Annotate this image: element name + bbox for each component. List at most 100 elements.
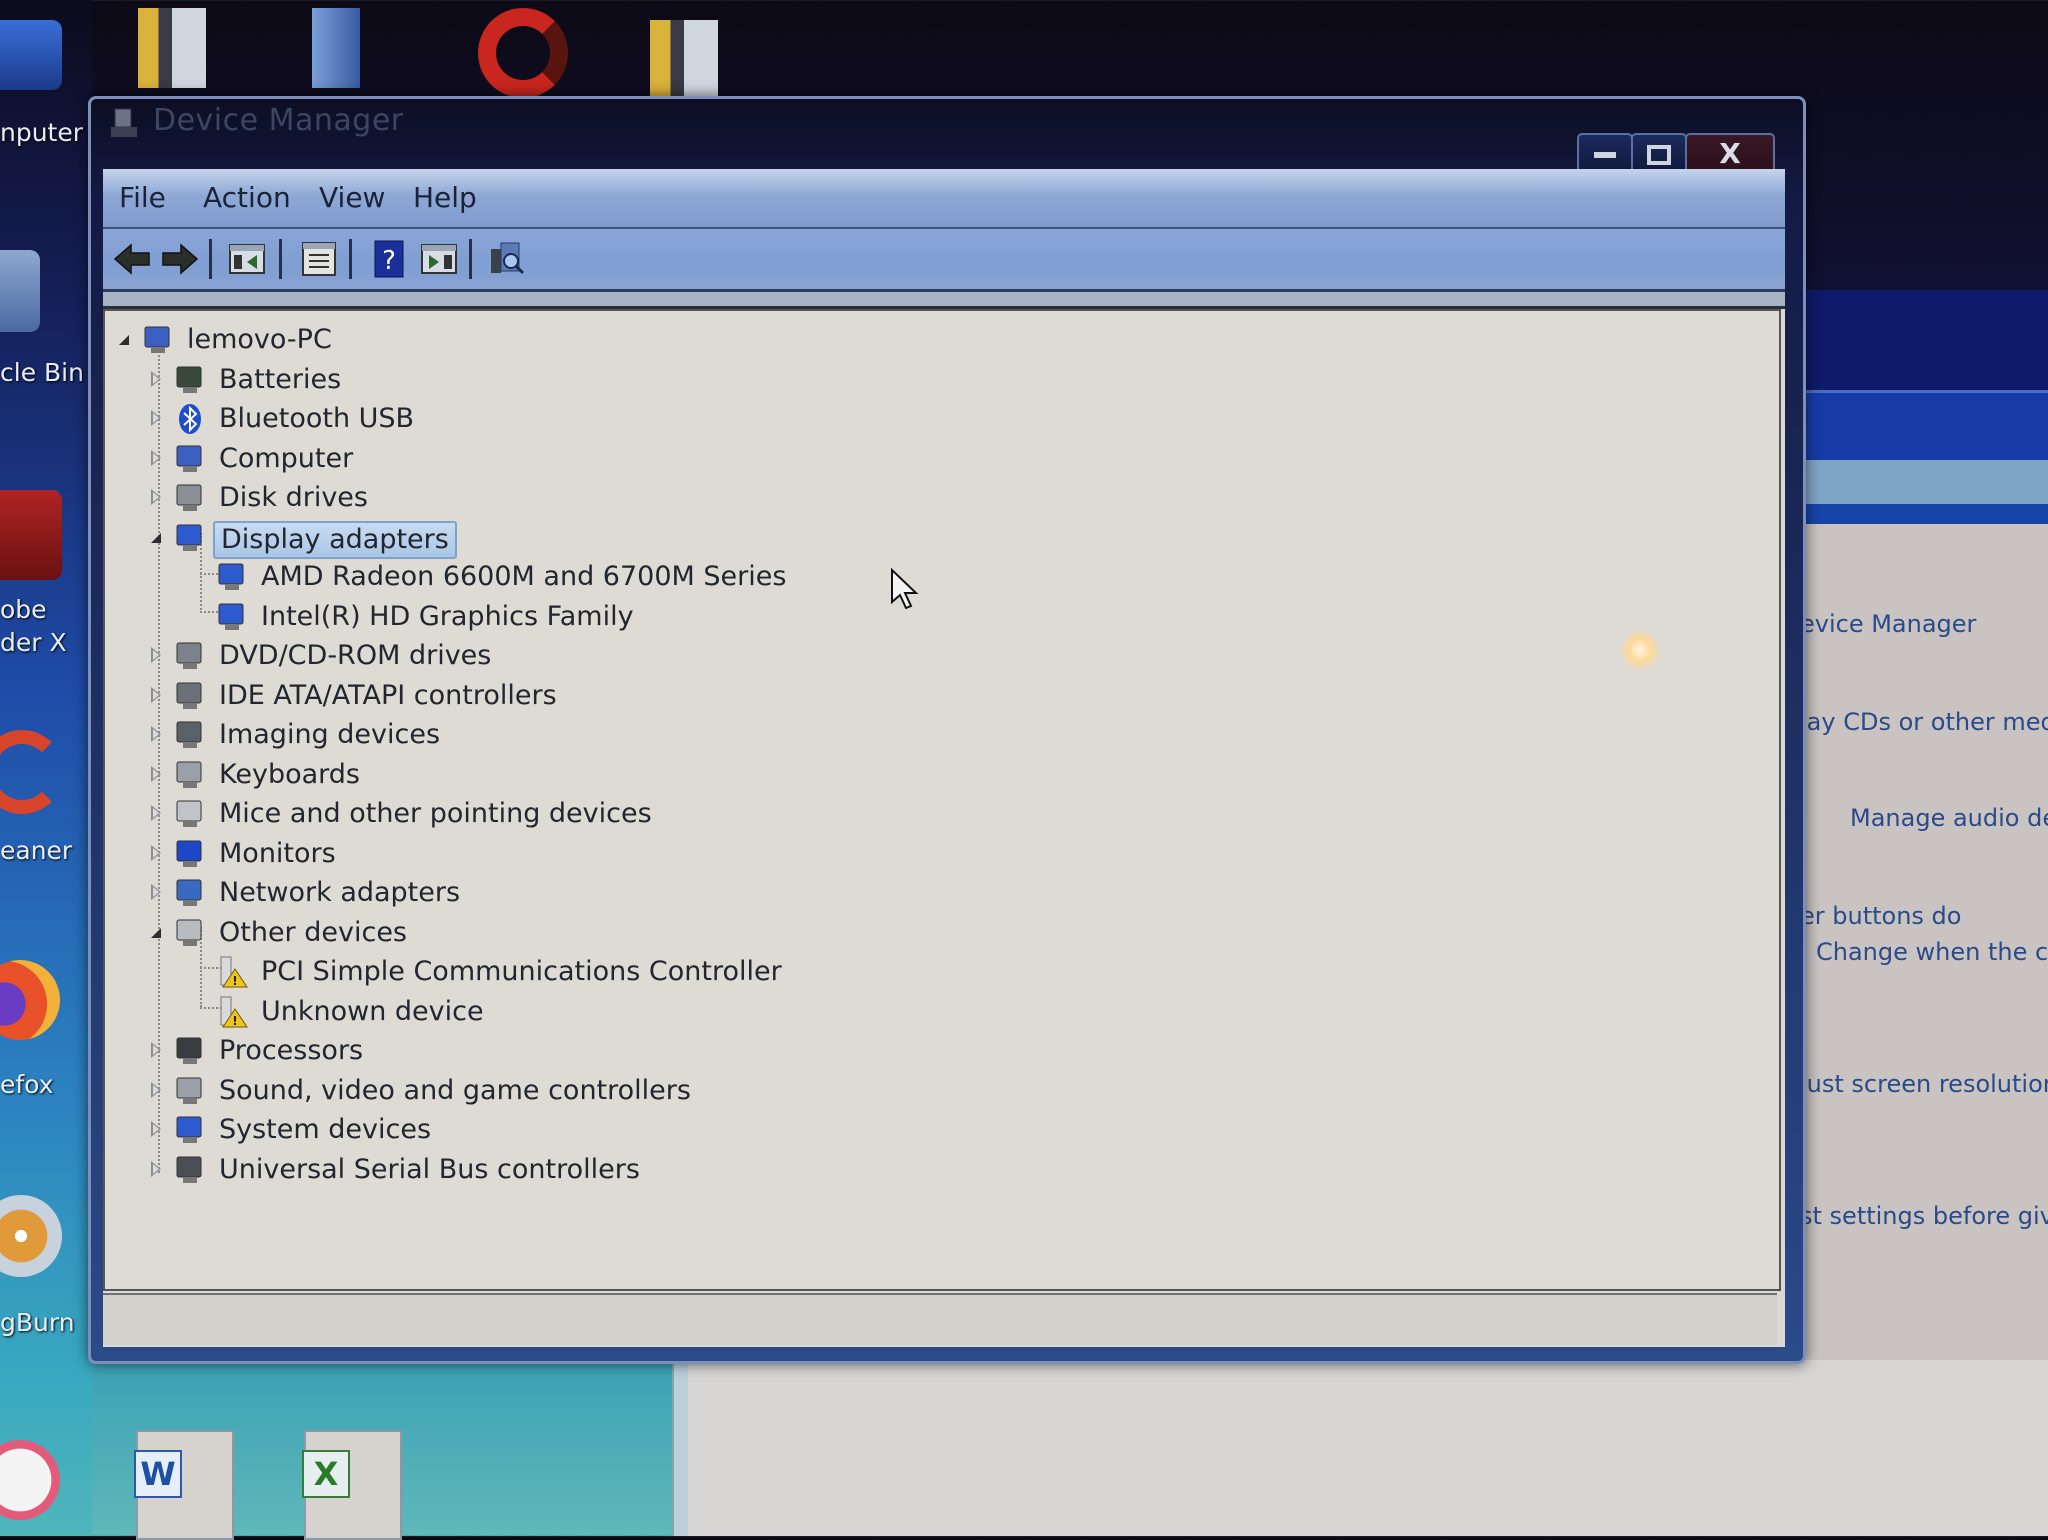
desktop-icon-computer[interactable]: nputer — [0, 10, 92, 150]
computer-icon — [0, 20, 62, 90]
desktop-icon-firefox[interactable]: efox — [0, 955, 92, 1105]
bg-window-header — [1790, 390, 2048, 463]
expand-arrow-icon[interactable] — [151, 489, 161, 505]
processor-icon — [173, 1034, 207, 1068]
tree-item-label: AMD Radeon 6600M and 6700M Series — [261, 561, 787, 592]
status-bar — [103, 1293, 1777, 1345]
menu-help[interactable]: Help — [413, 181, 477, 214]
tree-item-label: Unknown device — [261, 995, 484, 1027]
desktop-icon-adobe-reader[interactable]: obe der X — [0, 480, 92, 670]
action-pane-icon — [421, 244, 457, 274]
background-control-panel-window[interactable]: evice Manager lay CDs or other media Man… — [1790, 290, 2048, 1536]
tree-item-label: DVD/CD-ROM drives — [219, 640, 492, 671]
toolbar: ? — [103, 229, 1785, 292]
help-button[interactable]: ? — [369, 239, 409, 279]
desktop-icon-itunes[interactable] — [0, 1430, 92, 1530]
desktop-icon-label: nputer — [0, 118, 84, 147]
mouse-cursor-icon — [891, 568, 919, 610]
menu-file[interactable]: File — [119, 181, 166, 214]
display-adapter-icon — [215, 600, 249, 634]
mouse-icon — [173, 797, 207, 831]
adobe-reader-icon — [0, 490, 62, 580]
expand-arrow-icon[interactable] — [151, 370, 161, 387]
bg-link-change-lid[interactable]: Change when the com — [1816, 938, 2048, 966]
desktop-icon-ccleaner[interactable]: eaner — [0, 720, 92, 870]
desktop-icon-recycle-bin[interactable]: cle Bin — [0, 240, 92, 387]
back-button[interactable] — [113, 239, 153, 279]
opera-icon[interactable] — [478, 8, 568, 98]
expand-arrow-icon[interactable] — [151, 647, 161, 663]
tree-item-label: Mice and other pointing devices — [219, 798, 652, 829]
expand-arrow-icon[interactable] — [151, 884, 161, 900]
tree-item-label: Intel(R) HD Graphics Family — [261, 600, 634, 632]
arrow-right-icon — [162, 243, 199, 275]
arrow-left-icon — [113, 243, 150, 275]
excel-document-icon[interactable]: X — [302, 1430, 402, 1540]
expand-arrow-icon[interactable] — [151, 1081, 161, 1098]
desktop-icon-imgburn[interactable]: gBurn — [0, 1190, 92, 1340]
bg-link-screen-resolution[interactable]: just screen resolution — [1800, 1070, 2048, 1098]
console-tree-icon — [229, 244, 265, 274]
tree-item-label: Imaging devices — [219, 719, 441, 750]
expand-arrow-icon[interactable] — [151, 1121, 161, 1137]
ccleaner-icon — [0, 730, 64, 814]
show-action-pane-button[interactable] — [419, 239, 459, 279]
background-window-lower-panel — [672, 1360, 2048, 1536]
scan-hardware-changes-button[interactable] — [487, 239, 527, 279]
forward-button[interactable] — [159, 239, 199, 279]
help-icon: ? — [374, 240, 404, 278]
keyboard-icon — [173, 758, 207, 792]
device-manager-window[interactable]: Device Manager X File Action View Help ?… — [88, 96, 1806, 1364]
expand-arrow-icon[interactable] — [151, 1160, 161, 1177]
expand-arrow-icon[interactable] — [151, 844, 161, 861]
toolbar-separator — [279, 239, 282, 279]
expand-arrow-icon[interactable] — [151, 726, 161, 742]
unknown-device-icon — [173, 916, 207, 950]
collapse-arrow-icon[interactable] — [119, 335, 129, 345]
document-icon[interactable] — [312, 8, 360, 88]
bg-window-divider — [1790, 504, 2048, 524]
tree-item-label: Processors — [219, 1035, 364, 1066]
speaker-icon — [173, 1074, 207, 1108]
tree-item-label: Sound, video and game controllers — [219, 1074, 691, 1106]
expand-arrow-icon[interactable] — [151, 805, 161, 821]
scan-hardware-icon — [491, 242, 525, 275]
expand-arrow-icon[interactable] — [151, 1042, 161, 1058]
svg-text:!: ! — [232, 1014, 237, 1028]
toolbar-bottom-edge — [103, 292, 1785, 309]
window-title: Device Manager — [153, 103, 404, 138]
recycle-bin-icon — [0, 250, 40, 332]
expand-arrow-icon[interactable] — [151, 410, 161, 426]
toolbar-separator — [469, 239, 472, 279]
bg-link-power-buttons[interactable]: er buttons do — [1800, 902, 1961, 930]
desktop-icon-label: eaner — [0, 836, 73, 865]
word-document-icon[interactable]: W — [134, 1430, 234, 1540]
device-tree[interactable]: lemovo-PC Batteries Bluetooth USB Computer D… — [103, 309, 1781, 1291]
window-client-area: File Action View Help ? lemovo-PC Batter… — [103, 169, 1785, 1347]
title-bar[interactable]: Device Manager X — [91, 99, 1803, 177]
tree-item-label: Monitors — [219, 837, 336, 869]
bg-link-autoplay[interactable]: lay CDs or other media — [1800, 708, 2048, 736]
bg-link-device-manager[interactable]: evice Manager — [1800, 610, 1976, 638]
menu-view[interactable]: View — [319, 181, 385, 214]
properties-button[interactable] — [299, 239, 339, 279]
desktop-icon-label: gBurn — [0, 1308, 75, 1337]
expand-arrow-icon[interactable] — [151, 765, 161, 782]
expand-arrow-icon[interactable] — [151, 686, 161, 703]
menu-action[interactable]: Action — [203, 181, 291, 214]
expand-arrow-icon[interactable] — [151, 449, 161, 466]
tree-item-label: Disk drives — [219, 482, 368, 513]
collapse-arrow-icon[interactable] — [151, 927, 161, 938]
warning-device-icon: ! — [215, 995, 249, 1029]
desktop-icon-label: efox — [0, 1070, 54, 1099]
bg-link-presentation-settings[interactable]: st settings before givin — [1800, 1202, 2048, 1230]
folder-icon[interactable] — [138, 8, 206, 88]
show-hide-console-tree-button[interactable] — [227, 239, 267, 279]
device-manager-icon — [111, 108, 137, 137]
tree-item-label: Display adapters — [213, 520, 457, 559]
tree-item-label: IDE ATA/ATAPI controllers — [219, 679, 557, 711]
collapse-arrow-icon[interactable] — [151, 532, 161, 543]
bg-link-manage-audio[interactable]: Manage audio dev — [1850, 804, 2048, 832]
folder-icon[interactable] — [650, 20, 718, 100]
tree-item-label: PCI Simple Communications Controller — [261, 956, 782, 987]
